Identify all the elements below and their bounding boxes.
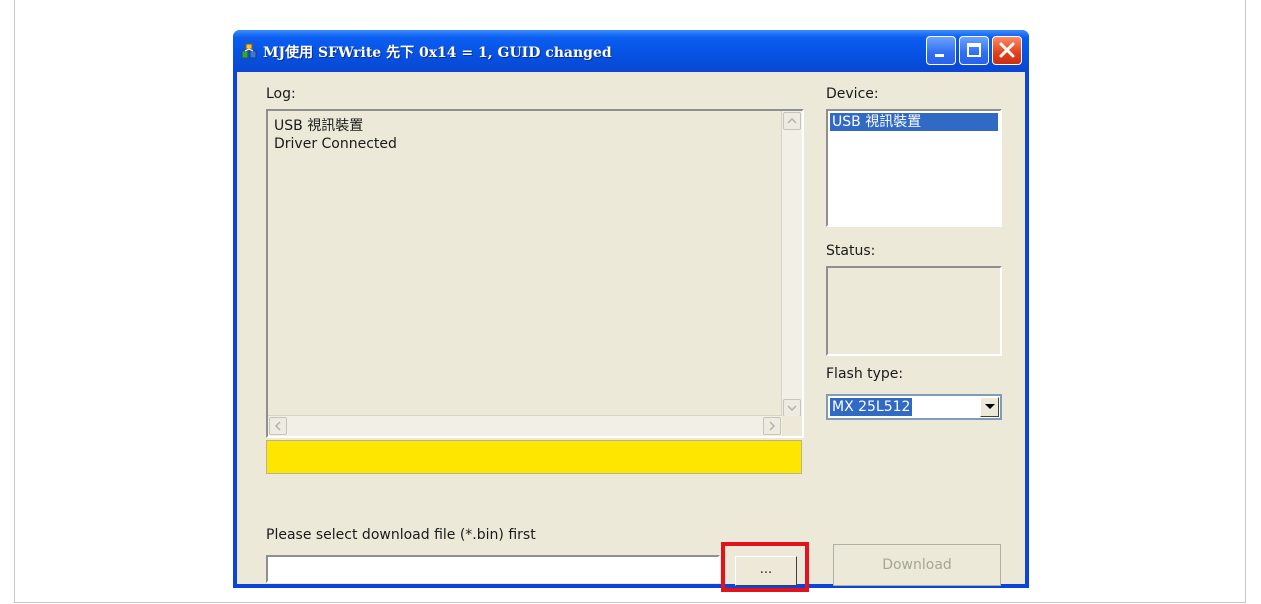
flash-type-value: MX 25L512: [830, 398, 913, 416]
flash-type-dropdown-button[interactable]: [980, 397, 999, 417]
scroll-down-button[interactable]: [783, 399, 801, 417]
dropdown-arrow-icon: [985, 404, 995, 409]
scrollbar-corner: [782, 416, 802, 436]
chevron-right-icon: [769, 421, 776, 431]
window-title: MJ使用 SFWrite 先下 0x14 = 1, GUID changed: [263, 45, 612, 61]
status-label: Status:: [826, 243, 876, 259]
maximize-icon: [967, 43, 981, 57]
scroll-left-button[interactable]: [269, 417, 287, 435]
log-textbox[interactable]: USB 視訊裝置 Driver Connected: [266, 109, 804, 438]
close-button[interactable]: [992, 36, 1022, 65]
chevron-left-icon: [274, 421, 281, 431]
flash-type-label: Flash type:: [826, 366, 904, 382]
chevron-down-icon: [787, 405, 797, 412]
status-box: [826, 266, 1002, 356]
flash-type-select[interactable]: MX 25L512: [826, 394, 1002, 420]
app-window: MJ使用 SFWrite 先下 0x14 = 1, GUID changed L…: [233, 30, 1029, 592]
highlight-annotation: [721, 542, 809, 592]
file-path-input[interactable]: [266, 555, 720, 583]
chevron-up-icon: [787, 117, 797, 124]
scroll-right-button[interactable]: [763, 417, 781, 435]
device-listbox[interactable]: USB 視訊裝置: [826, 109, 1002, 227]
log-label: Log:: [266, 86, 296, 102]
download-button[interactable]: Download: [833, 544, 1001, 586]
window-client-area: Log: USB 視訊裝置 Driver Connected Device: U…: [237, 72, 1025, 592]
download-prompt: Please select download file (*.bin) firs…: [266, 527, 536, 543]
log-lines: USB 視訊裝置 Driver Connected: [274, 117, 397, 153]
device-label: Device:: [826, 86, 879, 102]
minimize-button[interactable]: [926, 36, 956, 65]
app-icon: [241, 43, 257, 59]
title-bar[interactable]: MJ使用 SFWrite 先下 0x14 = 1, GUID changed: [233, 30, 1029, 72]
progress-bar: [266, 440, 802, 474]
log-line: Driver Connected: [274, 136, 397, 152]
vertical-scrollbar[interactable]: [781, 111, 802, 418]
device-list-item-selected[interactable]: USB 視訊裝置: [830, 113, 998, 131]
minimize-icon: [935, 54, 944, 57]
close-icon: [999, 42, 1015, 58]
maximize-button[interactable]: [959, 36, 989, 65]
scroll-up-button[interactable]: [783, 112, 801, 130]
horizontal-scrollbar[interactable]: [268, 415, 782, 436]
log-line: USB 視訊裝置: [274, 118, 364, 134]
